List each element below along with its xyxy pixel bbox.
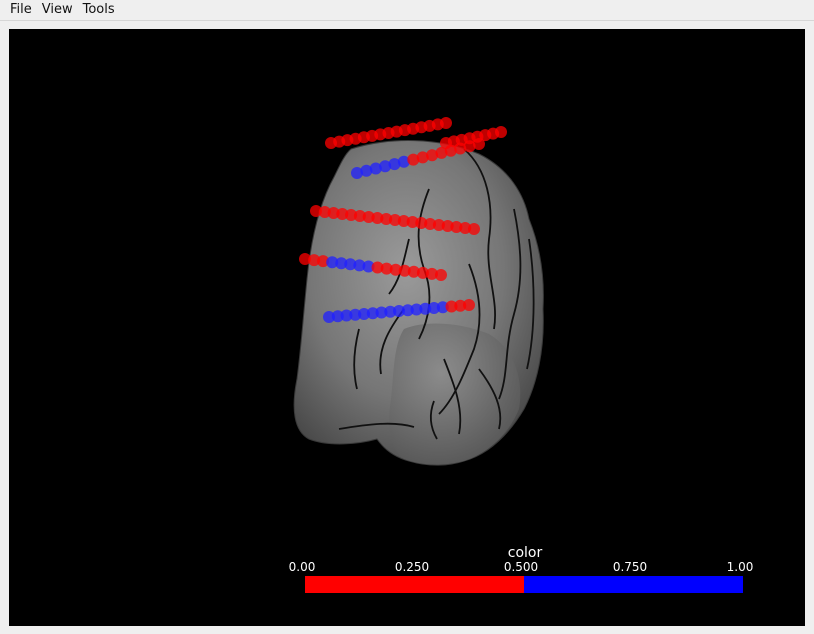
electrode-contact bbox=[440, 117, 452, 129]
electrode-contact bbox=[468, 223, 480, 235]
electrode-contact bbox=[495, 126, 507, 138]
colorbar-tick-3: 0.750 bbox=[612, 560, 648, 574]
colorbar-tick-2: 0.500 bbox=[503, 560, 539, 574]
electrode-contact bbox=[473, 138, 485, 150]
menu-file[interactable]: File bbox=[5, 0, 37, 20]
electrode-contact bbox=[463, 299, 475, 311]
colorbar-segment-0 bbox=[305, 576, 524, 593]
colorbar-tick-4: 1.00 bbox=[726, 560, 754, 574]
3d-viewport[interactable]: color 0.00 0.250 0.500 0.750 1.00 bbox=[9, 29, 805, 626]
colorbar bbox=[305, 576, 743, 593]
colorbar-tick-0: 0.00 bbox=[288, 560, 316, 574]
menu-view[interactable]: View bbox=[37, 0, 78, 20]
colorbar-tick-1: 0.250 bbox=[394, 560, 430, 574]
colorbar-title: color bbox=[507, 545, 543, 561]
electrode-contact bbox=[435, 269, 447, 281]
menu-tools[interactable]: Tools bbox=[78, 0, 120, 20]
colorbar-segment-1 bbox=[524, 576, 743, 593]
menu-bar: File View Tools bbox=[0, 0, 814, 21]
brain-render bbox=[293, 117, 544, 466]
